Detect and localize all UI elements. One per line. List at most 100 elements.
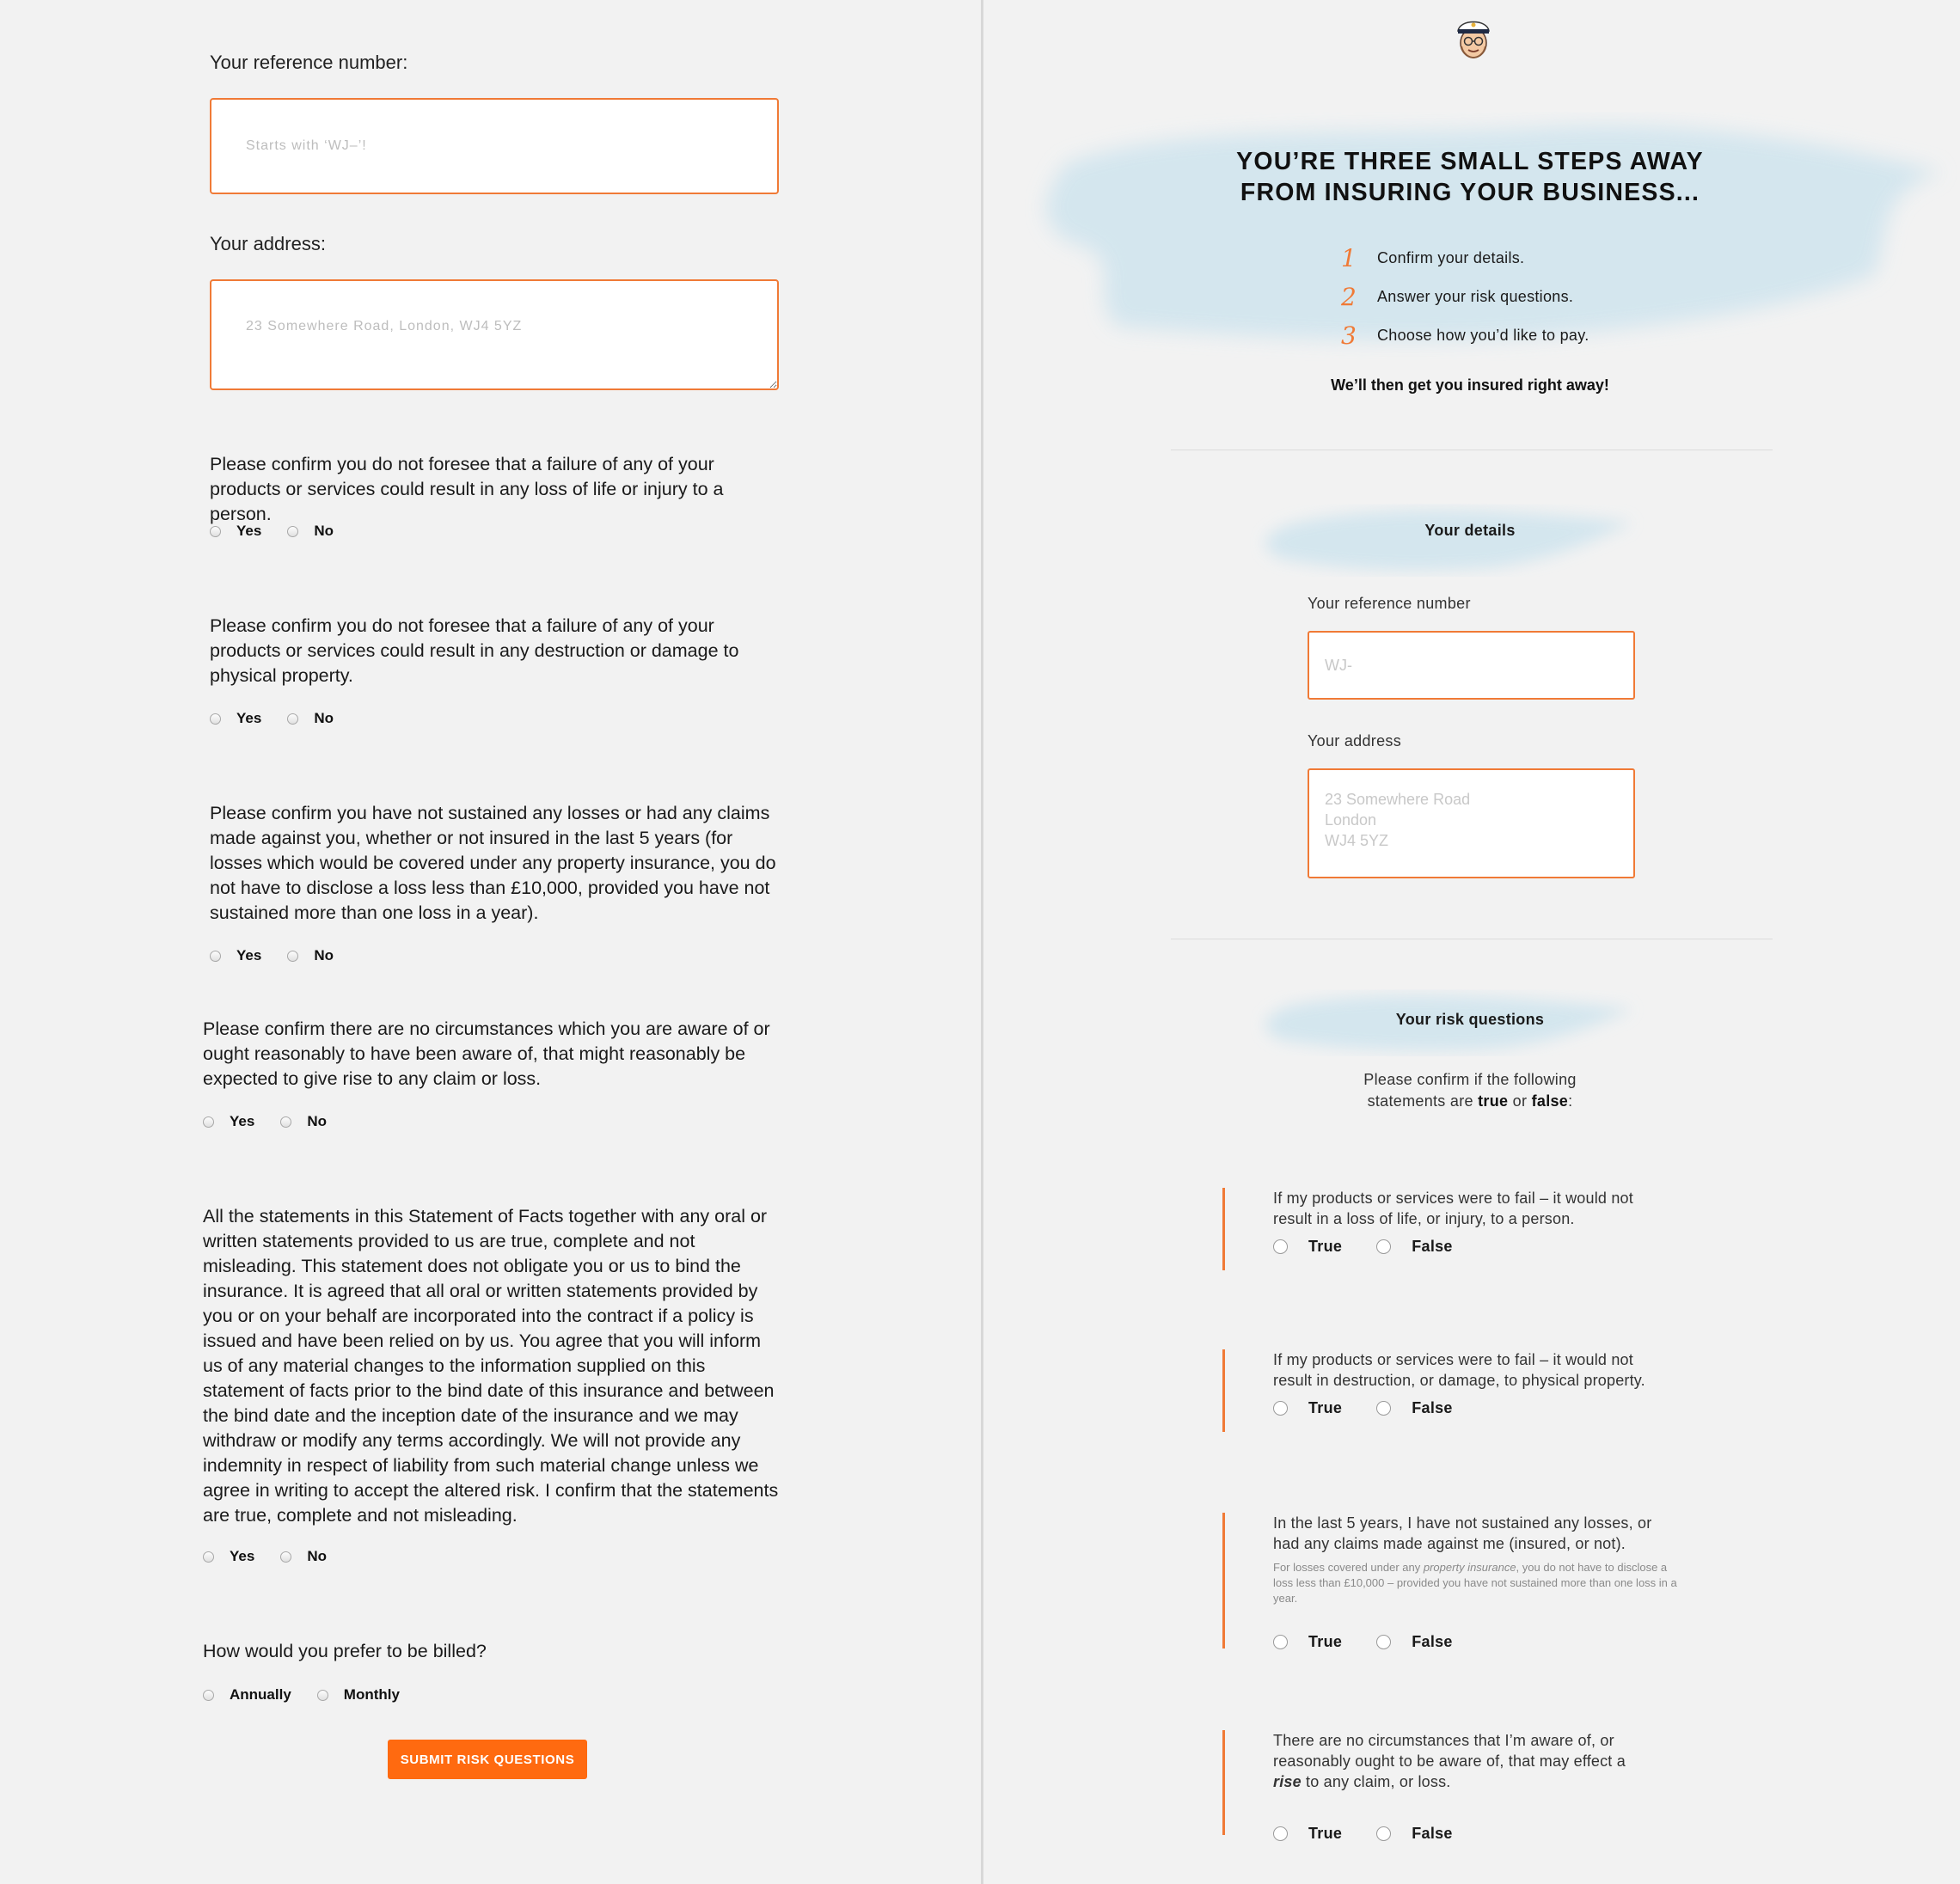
radio-button[interactable] bbox=[1273, 1401, 1288, 1416]
billing-annually[interactable]: Annually bbox=[203, 1686, 291, 1704]
radio-button[interactable] bbox=[1273, 1239, 1288, 1254]
address-textarea[interactable] bbox=[210, 279, 779, 390]
accent-bar bbox=[1222, 1730, 1225, 1835]
text-emphasis: rise bbox=[1273, 1773, 1302, 1790]
radio-button[interactable] bbox=[203, 1551, 214, 1563]
risk-question-text: If my products or services were to fail … bbox=[1273, 1349, 1703, 1391]
risk-question-2: If my products or services were to fail … bbox=[1222, 1349, 1704, 1435]
question-1-yes[interactable]: Yes bbox=[210, 523, 261, 540]
no-label: No bbox=[314, 947, 334, 963]
no-label: No bbox=[307, 1548, 327, 1564]
address-label: Your address: bbox=[210, 233, 326, 254]
reference-input[interactable] bbox=[210, 98, 779, 194]
hero-title-line-1: YOU’RE THREE SMALL STEPS AWAY bbox=[1236, 148, 1704, 175]
radio-button[interactable] bbox=[287, 525, 299, 537]
radio-button[interactable] bbox=[210, 525, 221, 537]
question-1-no[interactable]: No bbox=[287, 523, 334, 540]
yes-label: Yes bbox=[236, 947, 262, 963]
accent-bar bbox=[1222, 1513, 1225, 1648]
radio-button[interactable] bbox=[287, 950, 299, 962]
question-2-text: Please confirm you do not foresee that a… bbox=[210, 615, 739, 686]
yes-label: Yes bbox=[230, 1548, 255, 1564]
reference-label: Your reference number: bbox=[210, 52, 408, 73]
question-1-text: Please confirm you do not foresee that a… bbox=[210, 454, 724, 524]
annually-label: Annually bbox=[230, 1686, 291, 1703]
submit-risk-questions-button[interactable]: SUBMIT RISK QUESTIONS bbox=[388, 1740, 587, 1779]
question-4-no[interactable]: No bbox=[280, 1113, 327, 1130]
step-number: 3 bbox=[1341, 321, 1357, 350]
question-3-text: Please confirm you have not sustained an… bbox=[210, 803, 776, 923]
false-label: False bbox=[1412, 1399, 1453, 1416]
step-number: 1 bbox=[1341, 244, 1357, 272]
risk-question-4: There are no circumstances that I’m awar… bbox=[1222, 1730, 1704, 1842]
radio-button[interactable] bbox=[287, 713, 299, 725]
accent-bar bbox=[1222, 1349, 1225, 1432]
question-2-options: Yes No bbox=[210, 710, 359, 727]
false-option[interactable]: False bbox=[1376, 1238, 1453, 1256]
hero-title: YOU’RE THREE SMALL STEPS AWAY FROM INSUR… bbox=[1186, 146, 1754, 208]
true-option[interactable]: True bbox=[1273, 1633, 1342, 1651]
true-label: True bbox=[1308, 1825, 1343, 1842]
false-option[interactable]: False bbox=[1376, 1399, 1453, 1417]
false-option[interactable]: False bbox=[1376, 1825, 1453, 1843]
text-line-2: result in a loss of life, or injury, to … bbox=[1273, 1210, 1575, 1227]
radio-button[interactable] bbox=[1376, 1239, 1392, 1254]
radio-button[interactable] bbox=[1376, 1826, 1392, 1841]
risk-questions-heading: Your risk questions bbox=[1395, 1011, 1545, 1028]
radio-button[interactable] bbox=[1376, 1635, 1392, 1649]
false-option[interactable]: False bbox=[1376, 1633, 1453, 1651]
insured-tagline: We’ll then get you insured right away! bbox=[1331, 376, 1609, 394]
question-4-yes[interactable]: Yes bbox=[203, 1113, 254, 1130]
step-3: 3 Choose how you’d like to pay. bbox=[1341, 316, 1589, 355]
yes-label: Yes bbox=[230, 1113, 255, 1129]
billing-options: Annually Monthly bbox=[203, 1686, 426, 1704]
risk-question-text: There are no circumstances that I’m awar… bbox=[1273, 1730, 1703, 1792]
monthly-label: Monthly bbox=[343, 1686, 400, 1703]
step-text: Confirm your details. bbox=[1377, 249, 1525, 266]
radio-button[interactable] bbox=[210, 950, 221, 962]
true-option[interactable]: True bbox=[1273, 1238, 1342, 1256]
no-label: No bbox=[314, 710, 334, 726]
radio-button[interactable] bbox=[210, 713, 221, 725]
step-1: 1 Confirm your details. bbox=[1341, 239, 1589, 278]
radio-button[interactable] bbox=[1376, 1401, 1392, 1416]
question-4-text: Please confirm there are no circumstance… bbox=[203, 1018, 770, 1089]
note-emphasis: property insurance bbox=[1423, 1561, 1516, 1574]
true-false-options: True False bbox=[1273, 1238, 1487, 1256]
risk-question-3: In the last 5 years, I have not sustaine… bbox=[1222, 1513, 1704, 1650]
no-label: No bbox=[307, 1113, 327, 1129]
risk-question-text: In the last 5 years, I have not sustaine… bbox=[1273, 1513, 1703, 1554]
text-line-1: There are no circumstances that I’m awar… bbox=[1273, 1732, 1614, 1749]
question-3-no[interactable]: No bbox=[287, 947, 334, 964]
false-word: false bbox=[1531, 1092, 1569, 1110]
billing-monthly[interactable]: Monthly bbox=[316, 1686, 400, 1704]
property-insurance-note: For losses covered under any property in… bbox=[1273, 1560, 1677, 1606]
question-3-options: Yes No bbox=[210, 947, 359, 964]
false-label: False bbox=[1412, 1825, 1453, 1842]
address-label: Your address bbox=[1308, 732, 1402, 749]
text-line-2: had any claims made against me (insured,… bbox=[1273, 1535, 1626, 1552]
statement-no[interactable]: No bbox=[280, 1548, 327, 1565]
no-label: No bbox=[314, 523, 334, 539]
question-3-yes[interactable]: Yes bbox=[210, 947, 261, 964]
hero-title-line-2: FROM INSURING YOUR BUSINESS... bbox=[1240, 179, 1700, 206]
statement-yes[interactable]: Yes bbox=[203, 1548, 254, 1565]
radio-button[interactable] bbox=[280, 1551, 292, 1563]
true-option[interactable]: True bbox=[1273, 1825, 1342, 1843]
yes-label: Yes bbox=[236, 710, 262, 726]
question-2-no[interactable]: No bbox=[287, 710, 334, 727]
question-2-yes[interactable]: Yes bbox=[210, 710, 261, 727]
address-textarea[interactable] bbox=[1308, 768, 1635, 878]
radio-button[interactable] bbox=[203, 1116, 214, 1128]
radio-button[interactable] bbox=[280, 1116, 292, 1128]
panel-divider bbox=[981, 0, 983, 1884]
radio-button[interactable] bbox=[1273, 1635, 1288, 1649]
text-line-1: If my products or services were to fail … bbox=[1273, 1351, 1633, 1368]
radio-button[interactable] bbox=[316, 1689, 328, 1701]
radio-button[interactable] bbox=[203, 1689, 214, 1701]
radio-button[interactable] bbox=[1273, 1826, 1288, 1841]
reference-input[interactable] bbox=[1308, 631, 1635, 700]
risk-question-1: If my products or services were to fail … bbox=[1222, 1188, 1704, 1274]
true-option[interactable]: True bbox=[1273, 1399, 1342, 1417]
question-1-options: Yes No bbox=[210, 523, 359, 540]
